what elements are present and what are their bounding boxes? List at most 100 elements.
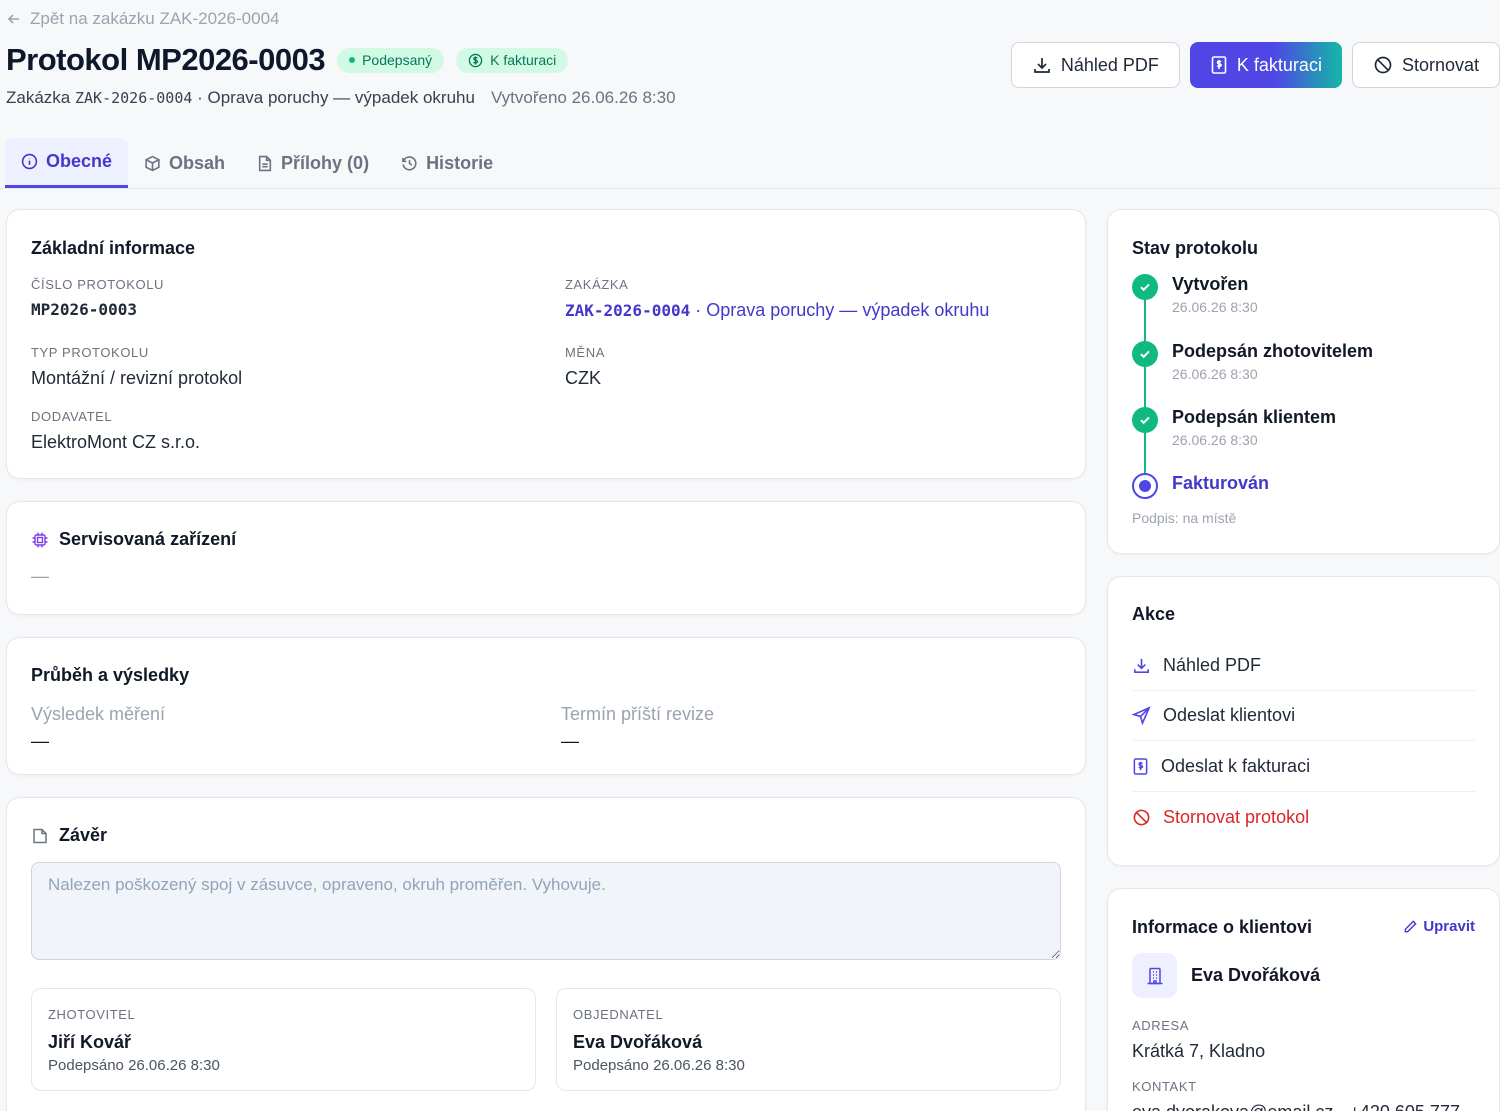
timeline-step: Podepsán klientem 26.06.26 8:30 [1132,407,1336,448]
status-badge-label: K fakturaci [490,52,557,68]
field-label: Kontakt [1132,1079,1197,1094]
status-card: Stav protokolu Vytvořen 26.06.26 8:30 Po… [1107,209,1500,554]
field-label: Zakázka [565,277,629,292]
status-badge-invoice: K fakturaci [456,47,569,73]
to-invoice-button[interactable]: K fakturaci [1189,42,1342,88]
measurement-field: Výsledek měření — [31,704,165,752]
client-address-field: Adresa Krátká 7, Kladno [1132,1018,1265,1062]
info-icon [21,153,38,170]
arrow-left-icon [7,14,19,24]
pencil-icon [1404,920,1417,933]
next-revision-value: — [561,731,579,751]
client-name: Eva Dvořáková [1191,965,1321,985]
progress-card: Průběh a výsledky Výsledek měření — Term… [6,637,1086,775]
field-label: Měna [565,345,605,360]
ban-icon [1374,56,1392,74]
card-title: Základní informace [31,238,196,258]
order-name: · Oprava poruchy — výpadek okruhu [197,88,475,107]
contractor-signed: Podepsáno 26.06.26 8:30 [48,1057,220,1074]
timeline-step: Podepsán zhotovitelem 26.06.26 8:30 [1132,341,1373,382]
card-title: Servisovaná zařízení [59,529,237,549]
conclusion-header: Závěr [31,825,107,846]
tab-general[interactable]: Obecné [5,138,129,188]
field-label: Adresa [1132,1018,1190,1033]
action-preview-pdf[interactable]: Náhled PDF [1132,641,1476,691]
edit-client-button[interactable]: Upravit [1403,918,1475,935]
supplier-field: Dodavatel ElektroMont CZ s.r.o. [31,409,200,453]
card-title: Akce [1132,604,1176,624]
tab-content[interactable]: Obsah [128,138,241,188]
action-label: Náhled PDF [1163,655,1262,675]
field-label: Objednatel [573,1007,664,1022]
client-contact: eva.dvorakova@email.cz · +420 605 777 [1132,1102,1477,1111]
card-title: Průběh a výsledky [31,665,190,685]
status-badge-label: Podepsaný [362,52,433,68]
cancel-label: Stornovat [1401,54,1479,75]
contractor-name: Jiří Kovář [48,1032,132,1052]
actions-card: Akce Náhled PDF Odeslat klientovi Odesla… [1107,576,1500,866]
card-title: Závěr [59,825,108,845]
devices-header: Servisovaná zařízení [31,529,236,550]
check-icon [1132,274,1158,300]
status-badge-signed: Podepsaný [337,47,445,73]
step-time: 26.06.26 8:30 [1172,299,1258,315]
page-title: Protokol MP2026-0003 [6,42,326,77]
field-label: Dodavatel [31,409,113,424]
history-icon [402,155,417,171]
invoice-icon [1133,758,1148,775]
card-title: Informace o klientovi [1132,917,1313,937]
download-icon [1134,658,1149,673]
action-cancel-protocol[interactable]: Stornovat protokol [1132,792,1476,842]
title-row: Protokol MP2026-0003 Podepsaný K faktura… [6,42,569,78]
current-step-icon [1132,473,1158,499]
tab-history[interactable]: Historie [385,138,509,188]
dot-icon [349,57,356,63]
step-time: 26.06.26 8:30 [1172,366,1258,382]
edit-label: Upravit [1423,918,1475,935]
next-revision-field: Termín příští revize — [561,704,714,752]
step-label: Fakturován [1172,473,1270,493]
download-icon [1034,58,1050,73]
cancel-button[interactable]: Stornovat [1351,42,1500,88]
currency-field: Měna CZK [565,345,605,389]
field-label: Typ protokolu [31,345,149,360]
tab-label: Obsah [169,152,226,173]
back-link[interactable]: Zpět na zakázku ZAK-2026-0004 [6,9,279,29]
timeline-step-current: Fakturován [1132,473,1269,499]
note-icon [33,828,47,843]
contractor-signature: Zhotovitel Jiří Kovář Podepsáno 26.06.26… [31,988,536,1091]
action-label: Stornovat protokol [1163,806,1310,827]
action-send-to-invoice[interactable]: Odeslat k fakturaci [1132,742,1476,792]
order-link[interactable]: ZAK-2026-0004 · Oprava poruchy — výpadek… [565,300,989,321]
header-actions: Náhled PDF K fakturaci Stornovat [1010,42,1500,88]
ban-icon [1133,809,1150,825]
preview-pdf-button[interactable]: Náhled PDF [1010,42,1180,88]
back-link-label: Zpět na zakázku ZAK-2026-0004 [30,9,280,28]
send-icon [1132,706,1151,725]
currency: CZK [565,368,601,388]
order-prefix: Zakázka [6,88,71,107]
field-label: Výsledek měření [31,704,166,724]
action-send-to-client[interactable]: Odeslat klientovi [1132,691,1476,741]
box-icon [145,155,160,171]
to-invoice-label: K fakturaci [1236,54,1322,75]
protocol-number-field: Číslo protokolu MP2026-0003 [31,277,164,319]
step-time: 26.06.26 8:30 [1172,432,1258,448]
basic-info-card: Základní informace Číslo protokolu MP202… [6,209,1086,479]
chip-icon [32,532,48,547]
order-field: Zakázka ZAK-2026-0004 · Oprava poruchy —… [565,277,989,321]
supplier: ElektroMont CZ s.r.o. [31,432,201,452]
customer-signature: Objednatel Eva Dvořáková Podepsáno 26.06… [556,988,1061,1091]
order-name: · Oprava poruchy — výpadek okruhu [695,300,990,320]
protocol-type-field: Typ protokolu Montážní / revizní protoko… [31,345,242,389]
conclusion-card: Závěr Zhotovitel Jiří Kovář Podepsáno 26… [6,797,1086,1111]
conclusion-textarea[interactable] [31,862,1061,960]
protocol-number: MP2026-0003 [31,300,137,319]
tab-bar: Obecné Obsah Přílohy (0) Historie [0,138,1500,189]
signature-note: Podpis: na místě [1132,510,1237,526]
tab-attachments[interactable]: Přílohy (0) [241,138,385,188]
field-label: Číslo protokolu [31,277,165,292]
document-icon [258,155,272,171]
action-label: Odeslat klientovi [1163,705,1296,725]
tab-label: Přílohy (0) [281,152,370,173]
